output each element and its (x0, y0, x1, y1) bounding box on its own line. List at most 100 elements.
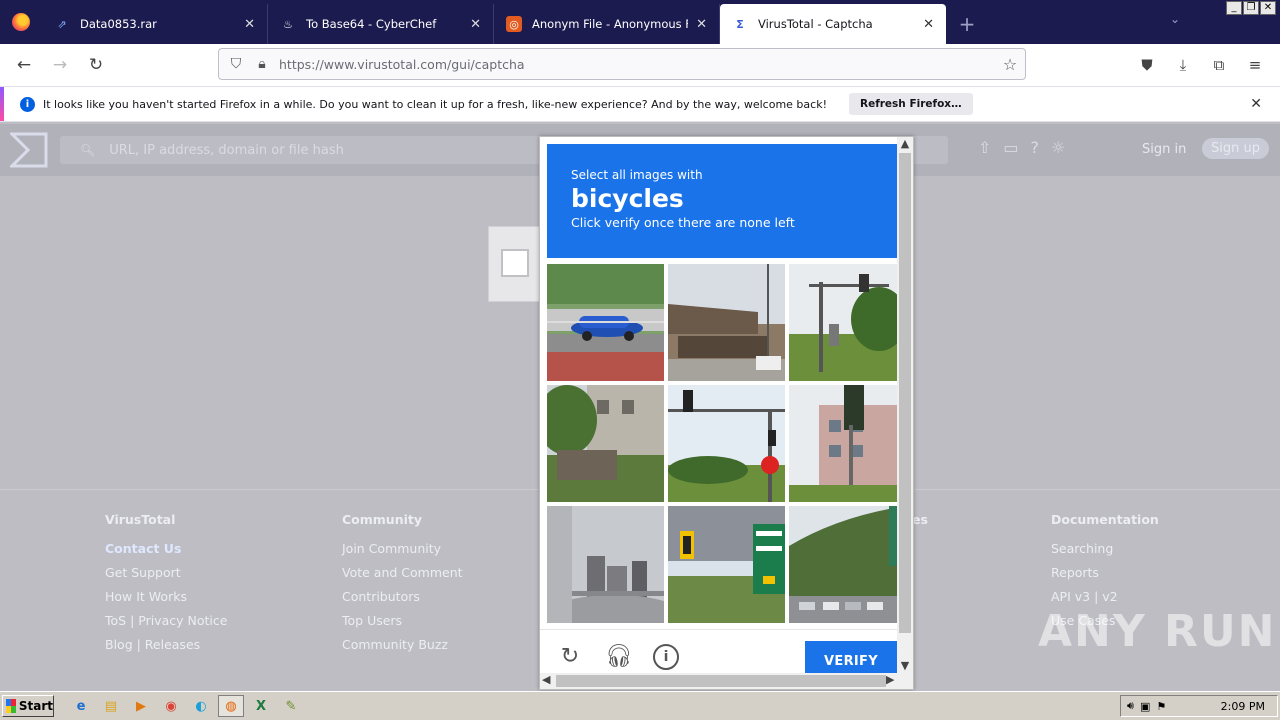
bookmark-star-icon[interactable]: ☆ (995, 55, 1025, 74)
hamburger-menu-icon[interactable]: ≡ (1240, 50, 1270, 80)
search-placeholder: URL, IP address, domain or file hash (109, 142, 344, 158)
back-arrow-icon[interactable]: ← (6, 47, 42, 83)
sign-up-button[interactable]: Sign up (1202, 138, 1269, 159)
close-notification-icon[interactable]: ✕ (1250, 96, 1262, 112)
footer-link[interactable]: Top Users (342, 613, 463, 629)
footer-link[interactable]: How It Works (105, 589, 227, 605)
captcha-checkbox-card (488, 226, 544, 302)
help-icon[interactable]: ? (1031, 138, 1040, 157)
tab-title: Anonym File - Anonymous File Uplo (532, 17, 688, 31)
footer-link[interactable]: Get Support (105, 565, 227, 581)
footer-link[interactable]: Join Community (342, 541, 463, 557)
tab-anonym-file[interactable]: ◎ Anonym File - Anonymous File Uplo ✕ (494, 4, 720, 44)
captcha-tile-8[interactable] (668, 506, 785, 623)
notepad-icon[interactable]: ✎ (278, 695, 304, 717)
edge-icon[interactable]: ◐ (188, 695, 214, 717)
upload-icon[interactable]: ⇧ (978, 138, 991, 157)
file-explorer-icon[interactable]: ▤ (98, 695, 124, 717)
tab-title: Data0853.rar (80, 17, 157, 31)
downloads-icon[interactable]: ⤓ (1168, 50, 1198, 80)
internet-explorer-icon[interactable]: e (68, 695, 94, 717)
scroll-thumb[interactable] (556, 675, 886, 687)
footer-link[interactable]: Searching (1051, 541, 1159, 557)
captcha-tile-9[interactable] (789, 506, 906, 623)
notifications-icon[interactable]: ▭ (1003, 138, 1018, 157)
clock[interactable]: 2:09 PM (1221, 700, 1265, 713)
search-icon: 🔍︎ (80, 143, 96, 157)
firefox-menu-icon[interactable] (0, 0, 42, 44)
scroll-right-arrow-icon[interactable]: ▶ (886, 673, 894, 686)
footer-link[interactable]: Contact Us (105, 541, 227, 557)
captcha-tile-4[interactable] (547, 385, 664, 502)
footer-link[interactable]: Contributors (342, 589, 463, 605)
theme-sun-icon[interactable]: ☼ (1051, 138, 1065, 157)
reload-icon[interactable]: ↻ (78, 47, 114, 83)
captcha-horizontal-scrollbar[interactable]: ◀ ▶ (540, 673, 913, 689)
reload-challenge-icon[interactable]: ↻ (557, 644, 583, 670)
refresh-firefox-button[interactable]: Refresh Firefox… (848, 93, 973, 115)
sign-in-link[interactable]: Sign in (1142, 142, 1186, 157)
scroll-up-arrow-icon[interactable]: ▲ (897, 137, 913, 153)
captcha-tile-7[interactable] (547, 506, 664, 623)
tab-data0853[interactable]: ⇗ Data0853.rar ✕ (42, 4, 268, 44)
captcha-checkbox[interactable] (501, 249, 529, 277)
info-icon[interactable]: i (653, 644, 679, 670)
windows-flag-icon (6, 699, 16, 713)
audio-challenge-headphones-icon[interactable]: 🎧︎ (605, 644, 633, 670)
captcha-tile-2[interactable] (668, 264, 785, 381)
start-button[interactable]: Start (2, 695, 54, 717)
restore-icon[interactable]: ❐ (1243, 1, 1259, 15)
new-tab-plus-icon[interactable]: + (946, 4, 988, 44)
firefox-refresh-notification: i It looks like you haven't started Fire… (0, 86, 1280, 122)
captcha-tile-3[interactable] (789, 264, 906, 381)
url-text[interactable]: https://www.virustotal.com/gui/captcha (279, 57, 995, 72)
chrome-icon[interactable]: ◉ (158, 695, 184, 717)
action-center-flag-icon[interactable]: ⚑ (1156, 700, 1166, 713)
address-bar[interactable]: ⛉ 🔒︎ https://www.virustotal.com/gui/capt… (218, 48, 1026, 80)
captcha-footer: ↻ 🎧︎ i VERIFY (540, 629, 898, 681)
footer-link[interactable]: Blog | Releases (105, 637, 227, 653)
pocket-icon[interactable]: ⛊ (1132, 50, 1162, 80)
footer-link[interactable]: Vote and Comment (342, 565, 463, 581)
footer-link[interactable]: API v3 | v2 (1051, 589, 1159, 605)
info-icon: i (20, 96, 35, 112)
footer-link[interactable]: Community Buzz (342, 637, 463, 653)
media-player-icon[interactable]: ▶ (128, 695, 154, 717)
tab-cyberchef[interactable]: ♨ To Base64 - CyberChef ✕ (268, 4, 494, 44)
firefox-taskbar-icon[interactable]: ◍ (218, 695, 244, 717)
network-icon[interactable]: ▣ (1140, 700, 1150, 713)
close-tab-icon[interactable]: ✕ (696, 17, 707, 32)
scroll-left-arrow-icon[interactable]: ◀ (542, 673, 550, 686)
close-tab-icon[interactable]: ✕ (923, 17, 934, 32)
forward-arrow-icon[interactable]: → (42, 47, 78, 83)
captcha-tile-6[interactable] (789, 385, 906, 502)
footer-link[interactable]: Reports (1051, 565, 1159, 581)
close-tab-icon[interactable]: ✕ (470, 17, 481, 32)
tab-virustotal-captcha[interactable]: Σ VirusTotal - Captcha ✕ (720, 4, 946, 44)
close-tab-icon[interactable]: ✕ (244, 17, 255, 32)
navigation-toolbar: ← → ↻ ⛉ 🔒︎ https://www.virustotal.com/gu… (0, 44, 1280, 86)
notification-accent (0, 87, 4, 121)
tracking-shield-icon[interactable]: ⛉ (223, 56, 249, 72)
scroll-thumb[interactable] (899, 153, 911, 633)
tab-title: VirusTotal - Captcha (758, 17, 873, 31)
window-close-icon[interactable]: ✕ (1260, 1, 1276, 15)
footer-link[interactable]: ToS | Privacy Notice (105, 613, 227, 629)
footer-column-partial: es (912, 512, 928, 541)
extensions-icon[interactable]: ⧉ (1204, 50, 1234, 80)
windows-taskbar: Start e ▤ ▶ ◉ ◐ ◍ X ✎ 🔊︎ ▣ ⚑ 2:09 PM (0, 691, 1280, 720)
virustotal-logo-icon[interactable] (10, 132, 48, 168)
minimize-icon[interactable]: _ (1226, 1, 1242, 15)
footer-heading: Documentation (1051, 512, 1159, 527)
captcha-image-grid (547, 264, 906, 627)
excel-icon[interactable]: X (248, 695, 274, 717)
captcha-tile-5[interactable] (668, 385, 785, 502)
captcha-tile-1[interactable] (547, 264, 664, 381)
volume-icon[interactable]: 🔊︎ (1127, 699, 1134, 713)
captcha-vertical-scrollbar[interactable]: ▲ ▼ (897, 137, 913, 675)
list-tabs-chevron-icon[interactable]: ⌄ (1170, 12, 1180, 26)
footer-column-community: Community Join Community Vote and Commen… (342, 512, 463, 661)
system-tray: 🔊︎ ▣ ⚑ 2:09 PM (1120, 695, 1278, 717)
captcha-instruction: Select all images with (571, 168, 703, 182)
lock-icon[interactable]: 🔒︎ (249, 56, 275, 72)
